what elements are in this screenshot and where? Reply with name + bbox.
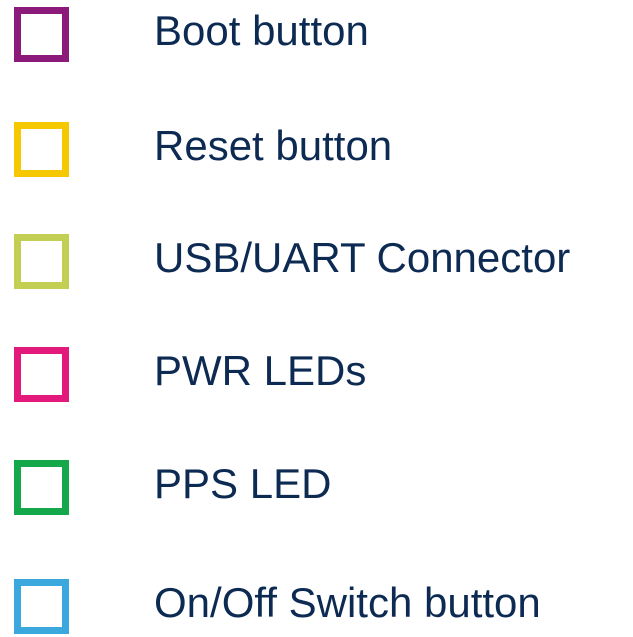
legend-label-on-off-switch-button: On/Off Switch button (154, 579, 541, 626)
legend-label-pps-led: PPS LED (154, 460, 332, 507)
legend-item-boot-button: Boot button (0, 3, 633, 63)
pwr-leds-color-swatch (14, 347, 69, 402)
legend-item-pwr-leds: PWR LEDs (0, 343, 633, 403)
boot-button-color-swatch (14, 7, 69, 62)
usb-uart-connector-color-swatch (14, 234, 69, 289)
pps-led-color-swatch (14, 460, 69, 515)
legend-label-usb-uart-connector: USB/UART Connector (154, 234, 571, 281)
legend-item-on-off-switch-button: On/Off Switch button (0, 575, 633, 635)
component-legend: Boot button Reset button USB/UART Connec… (0, 0, 633, 637)
legend-label-boot-button: Boot button (154, 7, 369, 54)
legend-item-reset-button: Reset button (0, 118, 633, 178)
legend-item-pps-led: PPS LED (0, 456, 633, 516)
legend-label-pwr-leds: PWR LEDs (154, 347, 367, 394)
legend-label-reset-button: Reset button (154, 122, 393, 169)
legend-item-usb-uart-connector: USB/UART Connector (0, 230, 633, 290)
on-off-switch-button-color-swatch (14, 579, 69, 634)
reset-button-color-swatch (14, 122, 69, 177)
